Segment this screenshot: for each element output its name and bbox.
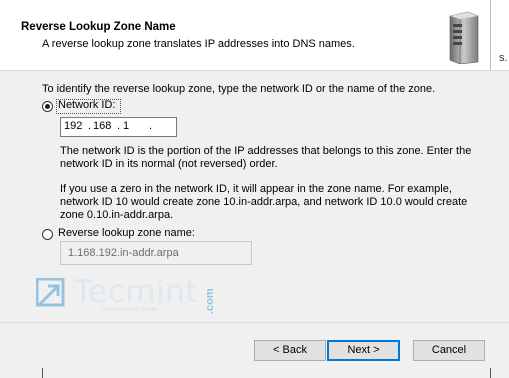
ip-octet-3[interactable]: 1	[123, 120, 129, 132]
window-edge	[490, 0, 491, 70]
watermark-logo: Tecmint .com Linux Howto's Guide	[36, 274, 221, 316]
server-icon	[449, 11, 479, 64]
background-window-edge	[490, 368, 491, 378]
zone-name-input[interactable]: 1.168.192.in-addr.arpa	[60, 241, 252, 265]
network-id-label[interactable]: Network ID:	[58, 99, 115, 111]
tecmint-logo-icon	[36, 278, 65, 307]
watermark-tagline: Linux Howto's Guide	[102, 307, 157, 313]
ip-separator: .	[149, 120, 153, 132]
page-subtitle: A reverse lookup zone translates IP addr…	[42, 38, 355, 50]
help-text-line: network ID in its normal (not reversed) …	[60, 158, 278, 170]
help-text-line: The network ID is the portion of the IP …	[60, 145, 472, 157]
zone-name-label[interactable]: Reverse lookup zone name:	[58, 227, 195, 239]
ip-separator: .	[88, 120, 92, 132]
background-window-text: s.	[499, 52, 508, 64]
watermark-brand: Tecmint	[74, 274, 198, 310]
help-text-line: network ID 10 would create zone 10.in-ad…	[60, 196, 468, 208]
ip-octet-1[interactable]: 192	[64, 120, 82, 132]
page-title: Reverse Lookup Zone Name	[21, 21, 176, 33]
network-id-input[interactable]: 192 . 168 . 1 .	[60, 117, 177, 137]
help-text-line: zone 0.10.in-addr.arpa.	[60, 209, 174, 221]
next-button[interactable]: Next >	[327, 340, 400, 361]
intro-text: To identify the reverse lookup zone, typ…	[42, 83, 436, 95]
background-window-edge	[42, 368, 43, 378]
footer-divider	[0, 322, 509, 323]
back-button[interactable]: < Back	[254, 340, 326, 361]
ip-octet-2[interactable]: 168	[93, 120, 111, 132]
watermark-suffix: .com	[204, 288, 216, 314]
network-id-radio[interactable]	[42, 101, 53, 112]
help-text-line: If you use a zero in the network ID, it …	[60, 183, 452, 195]
wizard-header: Reverse Lookup Zone Name A reverse looku…	[0, 0, 509, 71]
zone-name-radio[interactable]	[42, 229, 53, 240]
cancel-button[interactable]: Cancel	[413, 340, 485, 361]
ip-separator: .	[117, 120, 121, 132]
